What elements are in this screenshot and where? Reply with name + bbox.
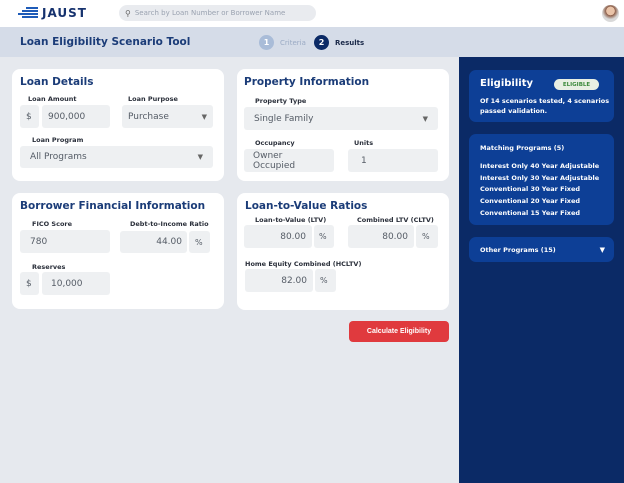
program-item[interactable]: Interest Only 40 Year Adjustable: [480, 161, 599, 173]
hcltv-input[interactable]: 82.00: [245, 269, 313, 292]
section-title: Loan-to-Value Ratios: [245, 200, 368, 212]
chevron-down-icon: ▼: [201, 112, 207, 121]
logo-text: JAUST: [42, 6, 87, 20]
reserves-input[interactable]: 10,000: [42, 272, 110, 295]
percent-suffix: %: [416, 225, 438, 248]
calculate-eligibility-button[interactable]: Calculate Eligibility: [349, 321, 449, 342]
search-icon: ⚲: [125, 8, 131, 18]
matching-programs-card: Matching Programs (5) Interest Only 40 Y…: [469, 134, 614, 225]
field-label: Occupancy: [255, 139, 295, 147]
loan-amount-input[interactable]: 900,000: [42, 105, 110, 128]
percent-suffix: %: [314, 225, 334, 248]
property-type-select[interactable]: Single Family ▼: [244, 107, 438, 130]
program-item[interactable]: Interest Only 30 Year Adjustable: [480, 173, 599, 185]
logo-icon: [18, 7, 38, 18]
step-criteria[interactable]: 1 Criteria: [259, 35, 306, 50]
matching-programs-title: Matching Programs (5): [480, 144, 565, 152]
units-input[interactable]: 1: [348, 149, 438, 172]
field-label: Loan-to-Value (LTV): [255, 216, 327, 224]
field-label: Loan Amount: [28, 95, 77, 103]
program-item[interactable]: Conventional 20 Year Fixed: [480, 196, 599, 208]
other-programs-title: Other Programs (15): [480, 245, 556, 254]
percent-suffix: %: [315, 269, 336, 292]
chevron-down-icon: ▼: [197, 153, 203, 161]
logo[interactable]: JAUST: [18, 6, 87, 20]
field-label: FICO Score: [32, 220, 73, 228]
program-item[interactable]: Conventional 30 Year Fixed: [480, 184, 599, 196]
step-results[interactable]: 2 Results: [314, 35, 364, 50]
field-label: Reserves: [32, 263, 66, 271]
avatar[interactable]: [602, 5, 619, 22]
eligibility-summary: Of 14 scenarios tested, 4 scenarios pass…: [480, 97, 610, 115]
fico-input[interactable]: 780: [20, 230, 110, 253]
section-title: Borrower Financial Information: [20, 200, 206, 212]
field-label: Combined LTV (CLTV): [357, 216, 434, 224]
selected-value: Single Family: [254, 113, 314, 124]
dti-input[interactable]: 44.00: [120, 231, 187, 253]
status-badge: ELIGIBLE: [554, 79, 599, 90]
cltv-input[interactable]: 80.00: [348, 225, 414, 248]
eligibility-title: Eligibility: [480, 78, 534, 89]
page-title: Loan Eligibility Scenario Tool: [20, 36, 191, 48]
field-label: Property Type: [255, 97, 307, 105]
selected-value: Purchase: [128, 111, 169, 122]
eligibility-card: Eligibility ELIGIBLE Of 14 scenarios tes…: [469, 70, 614, 122]
field-label: Loan Purpose: [128, 95, 178, 103]
field-label: Loan Program: [32, 136, 84, 144]
step-number: 1: [259, 35, 274, 50]
field-label: Debt-to-Income Ratio: [130, 220, 209, 228]
currency-prefix: $: [20, 272, 39, 295]
section-title: Property Information: [244, 76, 370, 88]
percent-suffix: %: [189, 231, 210, 253]
chevron-down-icon: ▼: [599, 245, 605, 254]
field-label: Home Equity Combined (HCLTV): [245, 260, 362, 268]
program-item[interactable]: Conventional 15 Year Fixed: [480, 208, 599, 220]
selected-value: All Programs: [30, 152, 87, 162]
step-label: Criteria: [280, 38, 306, 47]
currency-prefix: $: [20, 105, 39, 128]
step-label: Results: [335, 38, 365, 47]
section-title: Loan Details: [20, 76, 94, 88]
other-programs-toggle[interactable]: Other Programs (15) ▼: [469, 237, 614, 262]
step-number: 2: [314, 35, 329, 50]
loan-purpose-select[interactable]: Purchase ▼: [122, 105, 213, 128]
ltv-input[interactable]: 80.00: [244, 225, 312, 248]
search-input[interactable]: ⚲ Search by Loan Number or Borrower Name: [119, 5, 316, 21]
loan-program-select[interactable]: All Programs ▼: [20, 146, 213, 168]
field-label: Units: [354, 139, 374, 147]
search-placeholder: Search by Loan Number or Borrower Name: [134, 9, 286, 17]
chevron-down-icon: ▼: [422, 114, 428, 123]
occupancy-input[interactable]: Owner Occupied: [244, 149, 334, 172]
